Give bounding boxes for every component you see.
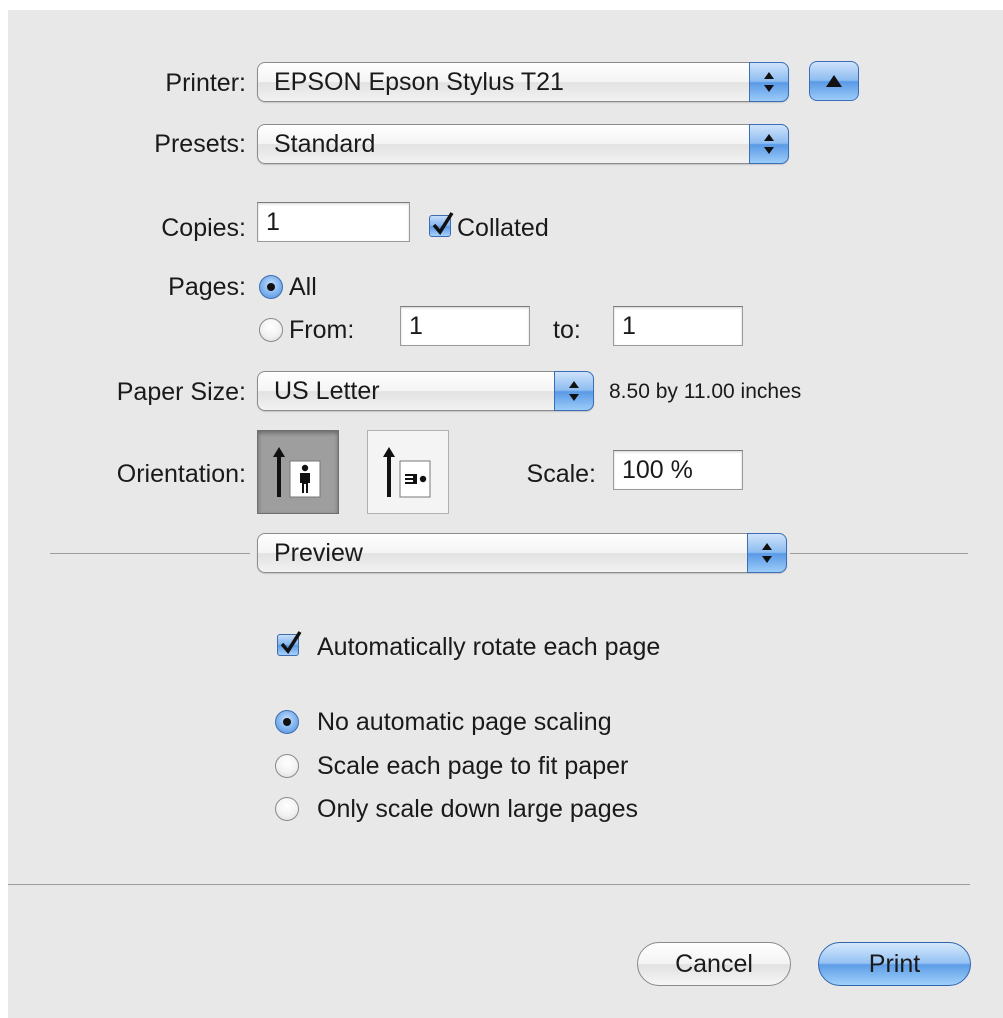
up-down-arrows-icon <box>749 124 789 164</box>
portrait-orientation-button[interactable] <box>257 430 339 514</box>
print-button[interactable]: Print <box>818 942 971 986</box>
up-down-arrows-icon <box>747 533 787 573</box>
triangle-up-icon <box>826 75 842 87</box>
auto-rotate-checkbox[interactable] <box>277 631 302 656</box>
portrait-person-icon <box>273 447 321 498</box>
checkmark-icon <box>280 631 302 654</box>
scaling-option-radio[interactable] <box>275 710 299 734</box>
checkmark-icon <box>432 212 454 235</box>
bottom-divider <box>8 884 970 885</box>
paper-dimensions: 8.50 by 11.00 inches <box>609 380 802 403</box>
pages-from-label: From: <box>289 316 355 344</box>
copies-value: 1 <box>266 208 280 236</box>
pages-from-radio[interactable] <box>259 318 283 342</box>
print-dialog: Printer: EPSON Epson Stylus T21 Presets:… <box>8 10 1003 1018</box>
presets-label: Presets: <box>154 130 246 158</box>
orientation-label: Orientation: <box>116 460 246 488</box>
pages-all-label: All <box>289 273 317 301</box>
scaling-option-label: No automatic page scaling <box>317 708 612 736</box>
pages-from-field[interactable]: 1 <box>400 306 530 346</box>
up-down-arrows-icon <box>554 371 594 411</box>
scale-label: Scale: <box>526 460 596 488</box>
section-popup[interactable]: Preview <box>257 533 787 573</box>
landscape-orientation-button[interactable] <box>367 430 449 514</box>
up-down-arrows-icon <box>749 62 789 102</box>
copies-field[interactable]: 1 <box>257 202 410 242</box>
scale-value: 100 % <box>622 456 693 484</box>
pages-to-label: to: <box>553 316 581 344</box>
presets-popup-value: Standard <box>274 130 376 158</box>
scaling-option-radio[interactable] <box>275 797 299 821</box>
pages-from-value: 1 <box>409 312 423 340</box>
scaling-option-radio[interactable] <box>275 754 299 778</box>
collated-label: Collated <box>457 214 549 242</box>
printer-popup[interactable]: EPSON Epson Stylus T21 <box>257 62 789 102</box>
paper-size-popup-value: US Letter <box>274 377 380 405</box>
divider-right <box>790 553 968 554</box>
pages-to-field[interactable]: 1 <box>613 306 743 346</box>
printer-label: Printer: <box>165 69 246 97</box>
cancel-button[interactable]: Cancel <box>637 942 791 986</box>
printer-popup-value: EPSON Epson Stylus T21 <box>274 68 564 96</box>
scaling-option-label: Scale each page to fit paper <box>317 752 629 780</box>
details-disclosure-button[interactable] <box>809 61 859 101</box>
section-popup-value: Preview <box>274 539 363 567</box>
scale-field[interactable]: 100 % <box>613 450 743 490</box>
scaling-option-label: Only scale down large pages <box>317 795 639 823</box>
copies-label: Copies: <box>161 214 246 242</box>
pages-label: Pages: <box>168 273 246 301</box>
pages-to-value: 1 <box>622 312 636 340</box>
divider-left <box>50 553 250 554</box>
presets-popup[interactable]: Standard <box>257 124 789 164</box>
paper-size-label: Paper Size: <box>116 378 246 406</box>
auto-rotate-label: Automatically rotate each page <box>317 633 661 661</box>
pages-all-radio[interactable] <box>259 275 283 299</box>
landscape-person-icon <box>383 447 431 498</box>
paper-size-popup[interactable]: US Letter <box>257 371 594 411</box>
collated-checkbox[interactable] <box>429 212 454 237</box>
